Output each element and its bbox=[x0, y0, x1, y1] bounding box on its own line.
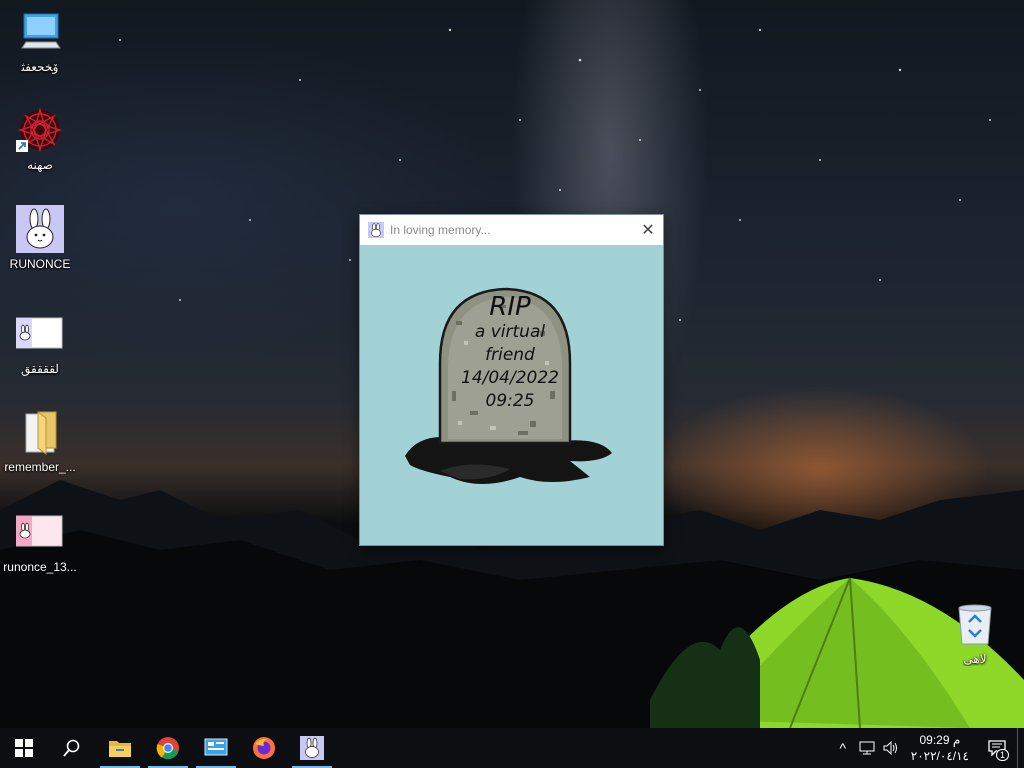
desktop-icon-recycle-bin[interactable]: ﻻﻫﻰ bbox=[937, 600, 1013, 666]
folder-icon bbox=[16, 408, 64, 456]
taskbar: ^ 09:29 م ٢٠٢٢/٠٤/١٤ 1 bbox=[0, 728, 1024, 768]
taskbar-file-explorer[interactable] bbox=[96, 728, 144, 768]
notification-count-badge: 1 bbox=[995, 749, 1009, 761]
start-button[interactable] bbox=[0, 728, 48, 768]
bunny-pink-image-icon bbox=[15, 508, 64, 556]
firefox-icon bbox=[253, 737, 275, 759]
clock-date: ٢٠٢٢/٠٤/١٤ bbox=[910, 749, 969, 763]
window-title: In loving memory... bbox=[390, 223, 491, 237]
taskbar-runonce[interactable] bbox=[288, 728, 336, 768]
chrome-icon bbox=[156, 737, 179, 760]
bunny-app-icon bbox=[300, 736, 324, 760]
windows-start-icon bbox=[15, 739, 33, 757]
computer-icon bbox=[16, 8, 64, 56]
epitaph-line-2: friend bbox=[485, 345, 535, 365]
desktop-icon-runonce[interactable]: RUNONCE bbox=[2, 205, 78, 271]
taskbar-chrome[interactable] bbox=[144, 728, 192, 768]
bunny-image-icon bbox=[15, 310, 64, 358]
network-button[interactable] bbox=[855, 728, 879, 768]
bunny-app-icon bbox=[368, 222, 384, 238]
desktop-icon-label: remember_... bbox=[4, 460, 76, 474]
desktop-icon-folder[interactable]: remember_... bbox=[2, 408, 78, 474]
desktop-icon-label: ﻟﻘﻘﻘﻘﻖ bbox=[21, 362, 59, 376]
search-button[interactable] bbox=[48, 728, 96, 768]
desktop-icon-label: ﯙﺨﺤﻌﻔﺜ bbox=[21, 60, 59, 74]
search-icon bbox=[63, 739, 80, 757]
desktop-icon-image[interactable]: ﻟﻘﻘﻘﻘﻖ bbox=[2, 310, 78, 376]
desktop-icon-label: ﺻﻬﻨﻪ bbox=[27, 158, 53, 172]
window-content: RIP a virtual friend 14/04/2022 09:25 bbox=[360, 245, 663, 545]
epitaph-line-1: a virtual bbox=[474, 322, 546, 342]
file-explorer-icon bbox=[109, 741, 131, 757]
taskbar-clock[interactable]: 09:29 م ٢٠٢٢/٠٤/١٤ bbox=[903, 732, 977, 764]
recycle-bin-icon bbox=[951, 600, 999, 648]
taskbar-control-panel[interactable] bbox=[192, 728, 240, 768]
desktop-icon-label: RUNONCE bbox=[9, 257, 71, 271]
bunny-app-icon bbox=[16, 205, 64, 253]
notification-center-button[interactable]: 1 bbox=[977, 728, 1017, 768]
rip-text: RIP bbox=[489, 292, 531, 322]
network-icon bbox=[859, 741, 875, 755]
window-titlebar[interactable]: In loving memory... ✕ bbox=[360, 215, 663, 245]
tombstone-inscription: RIP a virtual friend 14/04/2022 09:25 bbox=[445, 293, 575, 413]
desktop-icon-label: runonce_13... bbox=[3, 560, 77, 574]
clock-time: 09:29 م bbox=[919, 733, 961, 747]
chevron-up-icon: ^ bbox=[839, 740, 847, 756]
memorial-window[interactable]: In loving memory... ✕ RIP a virtual frie… bbox=[359, 214, 664, 546]
taskbar-firefox[interactable] bbox=[240, 728, 288, 768]
show-desktop-button[interactable] bbox=[1017, 728, 1024, 768]
show-hidden-icons-button[interactable]: ^ bbox=[831, 728, 855, 768]
volume-button[interactable] bbox=[879, 728, 903, 768]
mandala-shortcut-icon bbox=[16, 106, 64, 154]
control-panel-icon bbox=[204, 738, 228, 756]
desktop-icon-pink-image[interactable]: runonce_13... bbox=[2, 508, 78, 574]
desktop-icon-computer[interactable]: ﯙﺨﺤﻌﻔﺜ bbox=[2, 8, 78, 74]
close-button[interactable]: ✕ bbox=[633, 215, 663, 245]
desktop-icon-mandala[interactable]: ﺻﻬﻨﻪ bbox=[2, 106, 78, 172]
epitaph-time: 09:25 bbox=[485, 391, 535, 411]
speaker-icon bbox=[883, 741, 897, 755]
system-tray: ^ 09:29 م ٢٠٢٢/٠٤/١٤ 1 bbox=[831, 728, 1024, 768]
epitaph-date: 14/04/2022 bbox=[461, 368, 559, 388]
desktop-icon-label: ﻻﻫﻰ bbox=[963, 652, 987, 666]
